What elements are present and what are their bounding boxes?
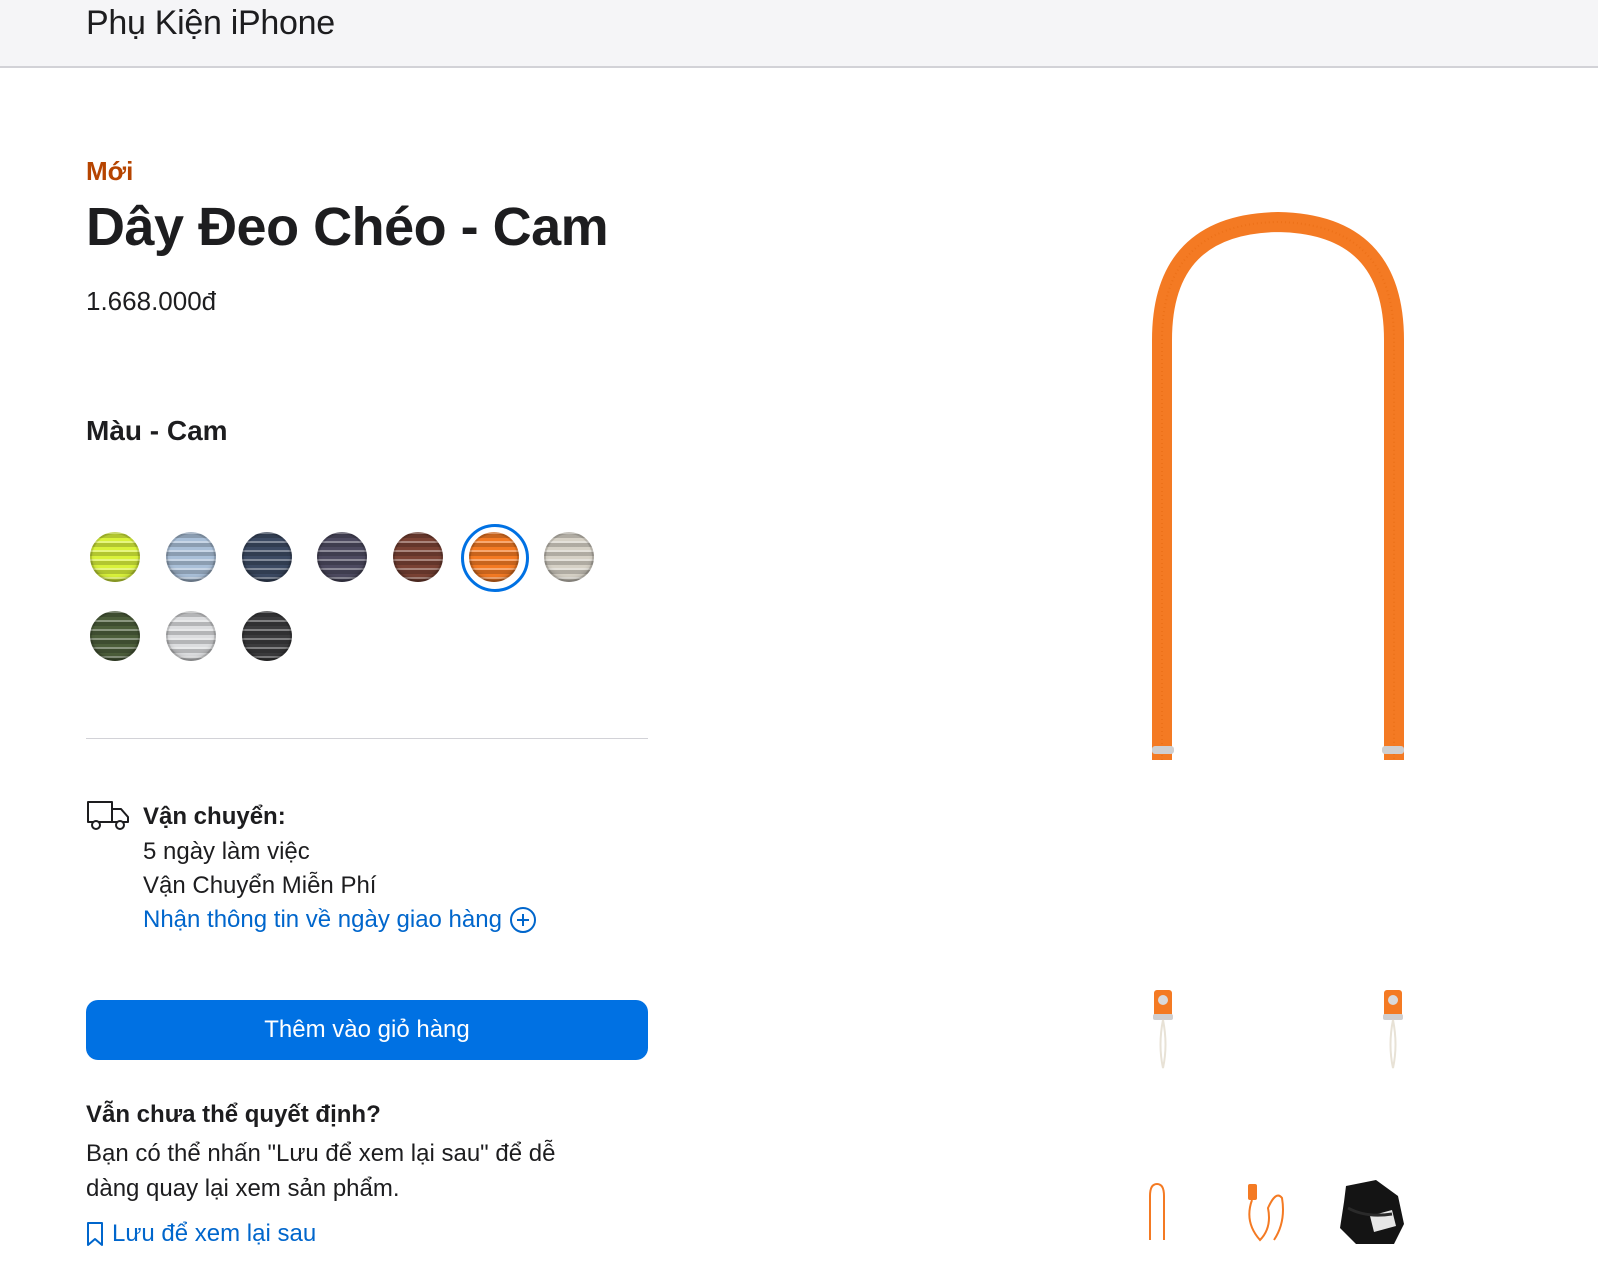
shipping-time: 5 ngày làm việc	[143, 838, 310, 865]
product-image	[1152, 211, 1404, 1069]
swatch-beige[interactable]	[544, 532, 594, 582]
bookmark-icon	[87, 1222, 103, 1246]
delivery-date-link[interactable]: Nhận thông tin về ngày giao hàng	[143, 906, 536, 934]
thumbnail-lifestyle[interactable]	[1336, 1178, 1406, 1248]
truck-icon	[87, 801, 129, 830]
product-title: Dây Đeo Chéo - Cam	[86, 197, 609, 257]
top-bar: Phụ Kiện iPhone	[0, 0, 1598, 68]
swatch-fill	[317, 532, 367, 582]
thumbnail-strap[interactable]	[1130, 1178, 1200, 1248]
swatch-fill	[166, 611, 216, 661]
swatch-black[interactable]	[242, 611, 292, 661]
swatch-fill	[166, 532, 216, 582]
plus-circle-icon	[509, 907, 536, 933]
color-label: Màu - Cam	[86, 415, 228, 446]
swatch-fill	[393, 532, 443, 582]
product-price: 1.668.000đ	[86, 286, 217, 316]
swatch-fill	[242, 532, 292, 582]
swatch-light-gray[interactable]	[166, 611, 216, 661]
swatch-fill	[469, 532, 519, 582]
new-badge: Mới	[86, 156, 134, 186]
swatch-light-blue[interactable]	[166, 532, 216, 582]
thumbnail-phone-strap[interactable]	[1230, 1178, 1300, 1248]
save-for-later-label: Lưu để xem lại sau	[112, 1220, 317, 1247]
divider	[86, 738, 648, 739]
swatch-orange[interactable]	[461, 524, 529, 592]
undecided-text: Bạn có thể nhấn "Lưu để xem lại sau" để …	[86, 1140, 556, 1202]
swatch-fill	[90, 532, 140, 582]
undecided-title: Vẫn chưa thể quyết định?	[86, 1101, 381, 1128]
delivery-date-link-label: Nhận thông tin về ngày giao hàng	[143, 906, 502, 933]
add-to-cart-button[interactable]: Thêm vào giỏ hàng	[86, 1000, 648, 1060]
page-category-title[interactable]: Phụ Kiện iPhone	[86, 4, 335, 43]
swatch-fill	[242, 611, 292, 661]
swatch-fill	[544, 532, 594, 582]
shipping-cost: Vận Chuyển Miễn Phí	[143, 872, 377, 899]
swatch-purple-gray[interactable]	[317, 532, 367, 582]
swatch-fill	[90, 611, 140, 661]
swatch-navy[interactable]	[242, 532, 292, 582]
shipping-heading: Vận chuyển:	[143, 803, 286, 830]
swatch-green[interactable]	[90, 611, 140, 661]
swatch-yellow-green[interactable]	[90, 532, 140, 582]
save-for-later-link[interactable]: Lưu để xem lại sau	[86, 1220, 316, 1248]
swatch-brown[interactable]	[393, 532, 443, 582]
